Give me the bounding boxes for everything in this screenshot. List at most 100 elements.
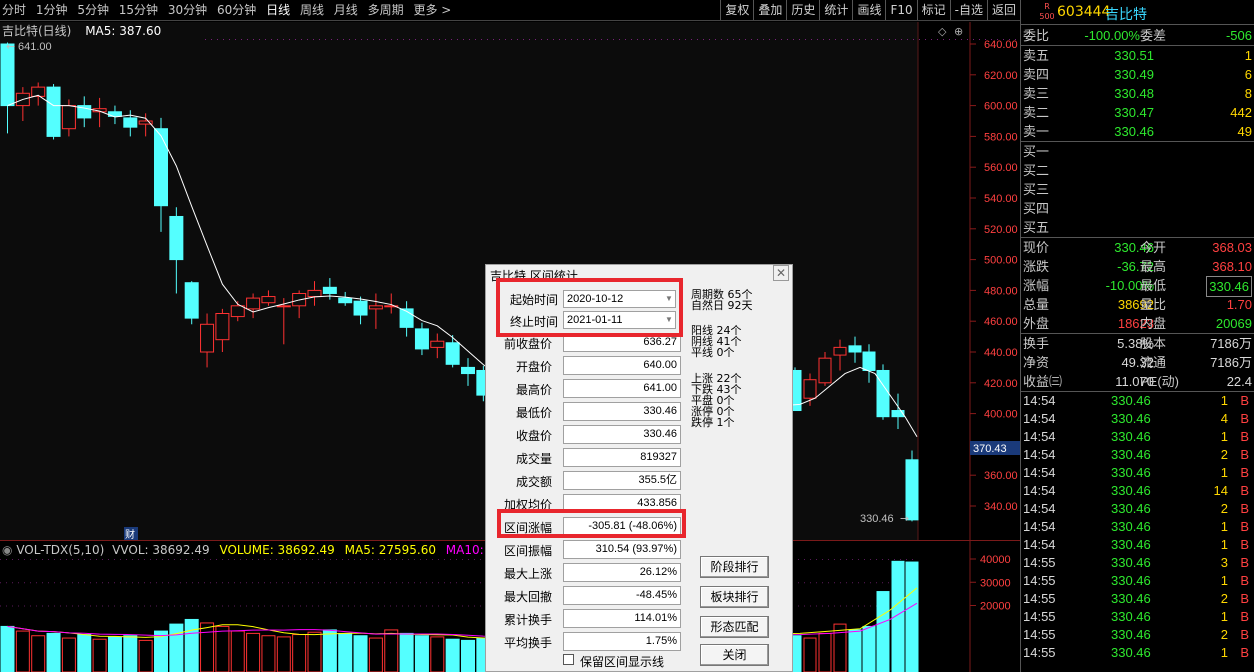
volume-grid-dot (30, 605, 31, 607)
grid-dot (373, 39, 374, 40)
period-tab-monthly[interactable]: 月线 (332, 0, 360, 20)
volume-grid-dot (858, 605, 859, 607)
overlay-button[interactable]: 叠加 (753, 0, 786, 20)
fundamental-label: 净资 (1023, 355, 1050, 370)
tick-side: B (1240, 609, 1249, 624)
volume-grid-dot (54, 559, 55, 560)
volume-grid-dot (468, 605, 469, 607)
volume-grid-dot (84, 582, 85, 584)
sector-ranking-button[interactable]: 板块排行 (700, 586, 769, 608)
volume-grid-dot (204, 605, 205, 607)
period-tab-weekly[interactable]: 周线 (298, 0, 326, 20)
draw-line-button[interactable]: 画线 (852, 0, 885, 20)
grid-dot (469, 39, 470, 40)
period-tab-multi[interactable]: 多周期 (366, 0, 406, 20)
volume-grid-dot (66, 559, 67, 560)
tick-price: 330.46 (1111, 537, 1151, 552)
tick-time: 14:55 (1023, 573, 1056, 588)
volume-grid-dot (72, 582, 73, 584)
quote-label: 内盘 (1140, 316, 1167, 331)
grid-dot (727, 39, 728, 40)
volume-bar (276, 636, 291, 672)
mark-button[interactable]: 标记 (916, 0, 950, 20)
stage-ranking-button[interactable]: 阶段排行 (700, 556, 769, 578)
volume-grid-dot (60, 582, 61, 584)
grid-dot (757, 39, 758, 40)
remove-watchlist-button[interactable]: -自选 (949, 0, 987, 20)
volume-bar (61, 637, 76, 672)
ask-level: 卖四 330.49 6 (1021, 65, 1254, 84)
volume-grid-dot (378, 559, 379, 560)
period-tab-30min[interactable]: 30分钟 (166, 0, 209, 20)
tick-price: 330.46 (1111, 483, 1151, 498)
tick-row: 14:54 330.46 1 B (1021, 464, 1254, 482)
tick-row: 14:54 330.46 1 B (1021, 392, 1254, 410)
period-tab-1min[interactable]: 1分钟 (34, 0, 70, 20)
grid-dot (205, 39, 206, 40)
period-tab-daily[interactable]: 日线 (264, 0, 292, 20)
keep-interval-checkbox[interactable] (563, 654, 574, 665)
grid-dot (343, 39, 344, 40)
grid-dot (523, 39, 524, 40)
statistics-button[interactable]: 统计 (819, 0, 852, 20)
grid-dot (541, 39, 542, 40)
grid-dot (229, 39, 230, 40)
pattern-match-button[interactable]: 形态匹配 (700, 616, 769, 638)
volume-grid-dot (12, 559, 13, 560)
grid-dot (703, 39, 704, 40)
volume-collapse-icon[interactable]: ◉ (2, 543, 12, 557)
f10-button[interactable]: F10 (885, 0, 916, 20)
volume-grid-dot (414, 582, 415, 584)
grid-dot (721, 39, 722, 40)
volume-grid-dot (258, 605, 259, 607)
tick-row: 14:54 330.46 1 B (1021, 428, 1254, 446)
volume-bar (384, 629, 399, 672)
ask-label: 卖五 (1023, 48, 1050, 63)
volume-grid-dot (354, 559, 355, 560)
volume-grid-dot (198, 582, 199, 584)
stock-code: 603444 (1057, 4, 1111, 20)
tick-list[interactable]: 14:54 330.46 1 B 14:54 330.46 4 B 14:54 330.46 1 B 1… (1021, 392, 1254, 662)
volume-grid-dot (822, 605, 823, 607)
close-button[interactable]: 关闭 (700, 644, 769, 666)
grid-dot (325, 39, 326, 40)
period-tab-60min[interactable]: 60分钟 (215, 0, 258, 20)
volume-grid-dot (216, 582, 217, 584)
dialog-close-icon[interactable]: ✕ (773, 265, 789, 281)
period-tab-15min[interactable]: 15分钟 (117, 0, 160, 20)
grid-dot (643, 39, 644, 40)
restore-rights-button[interactable]: 复权 (720, 0, 753, 20)
price-tick-label: 540.00 (984, 193, 1018, 205)
volume-grid-dot (420, 559, 421, 560)
candle-body (123, 117, 138, 128)
grid-dot (349, 39, 350, 40)
volume-bar (445, 638, 460, 672)
history-button[interactable]: 历史 (786, 0, 819, 20)
weibi-label: 委比 (1023, 28, 1050, 43)
chart-zoom-icon[interactable]: ⊕ (954, 25, 963, 38)
volume-indicator-name[interactable]: VOL-TDX(5,10) (16, 543, 104, 557)
period-tab-intraday[interactable]: 分时 (0, 0, 28, 20)
candle-body (368, 305, 383, 310)
tick-side: B (1240, 465, 1249, 480)
grid-dot (907, 39, 908, 40)
grid-dot (331, 39, 332, 40)
grid-dot (607, 39, 608, 40)
volume-grid-dot (354, 605, 355, 607)
back-button[interactable]: 返回 (986, 0, 1020, 20)
period-tab-5min[interactable]: 5分钟 (75, 0, 111, 20)
candle-body (0, 43, 15, 107)
volume-grid-dot (798, 605, 799, 607)
volume-grid-dot (852, 559, 853, 560)
grid-dot (535, 39, 536, 40)
volume-grid-dot (216, 605, 217, 607)
volume-grid-dot (234, 582, 235, 584)
volume-grid-dot (834, 605, 835, 607)
chart-settings-icon[interactable]: ◇ (938, 25, 947, 38)
volume-grid-dot (408, 559, 409, 560)
period-tab-more[interactable]: 更多 > (411, 0, 453, 20)
volume-grid-dot (294, 605, 295, 607)
grid-dot (787, 39, 788, 40)
volume-grid-dot (276, 559, 277, 560)
volume-bar (307, 631, 322, 672)
